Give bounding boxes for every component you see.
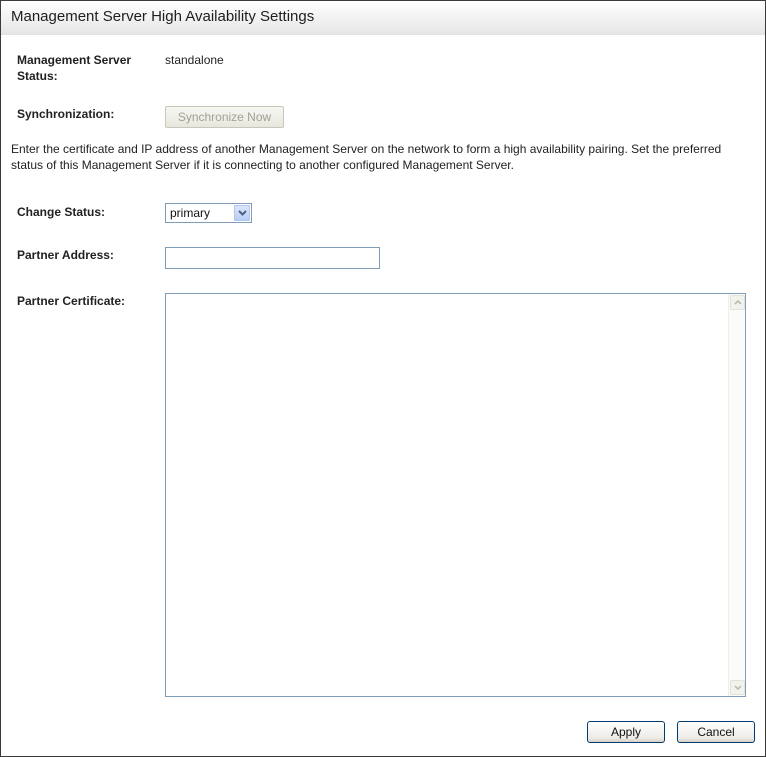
partner-certificate-textarea[interactable] bbox=[166, 294, 729, 696]
cancel-button[interactable]: Cancel bbox=[677, 721, 755, 743]
scroll-down-arrow-icon[interactable] bbox=[730, 680, 745, 695]
change-status-selected-value: primary bbox=[170, 206, 211, 220]
page-title: Management Server High Availability Sett… bbox=[11, 8, 315, 25]
synchronize-now-button[interactable]: Synchronize Now bbox=[165, 106, 284, 128]
partner-certificate-label: Partner Certificate: bbox=[17, 294, 126, 308]
settings-panel: Management Server High Availability Sett… bbox=[0, 0, 766, 757]
description-text: Enter the certificate and IP address of … bbox=[11, 142, 722, 172]
status-label: Management Server Status: bbox=[17, 53, 132, 83]
change-status-select[interactable]: primary bbox=[165, 203, 252, 223]
vertical-scrollbar[interactable] bbox=[728, 294, 745, 696]
apply-button[interactable]: Apply bbox=[587, 721, 665, 743]
chevron-down-icon[interactable] bbox=[234, 205, 250, 221]
change-status-label: Change Status: bbox=[17, 205, 106, 219]
partner-address-input[interactable] bbox=[165, 247, 380, 269]
status-value: standalone bbox=[165, 53, 224, 67]
synchronization-label: Synchronization: bbox=[17, 107, 115, 121]
panel-header: Management Server High Availability Sett… bbox=[1, 1, 765, 35]
scroll-up-arrow-icon[interactable] bbox=[730, 295, 745, 310]
partner-certificate-field[interactable] bbox=[165, 293, 746, 697]
partner-address-label: Partner Address: bbox=[17, 248, 114, 262]
